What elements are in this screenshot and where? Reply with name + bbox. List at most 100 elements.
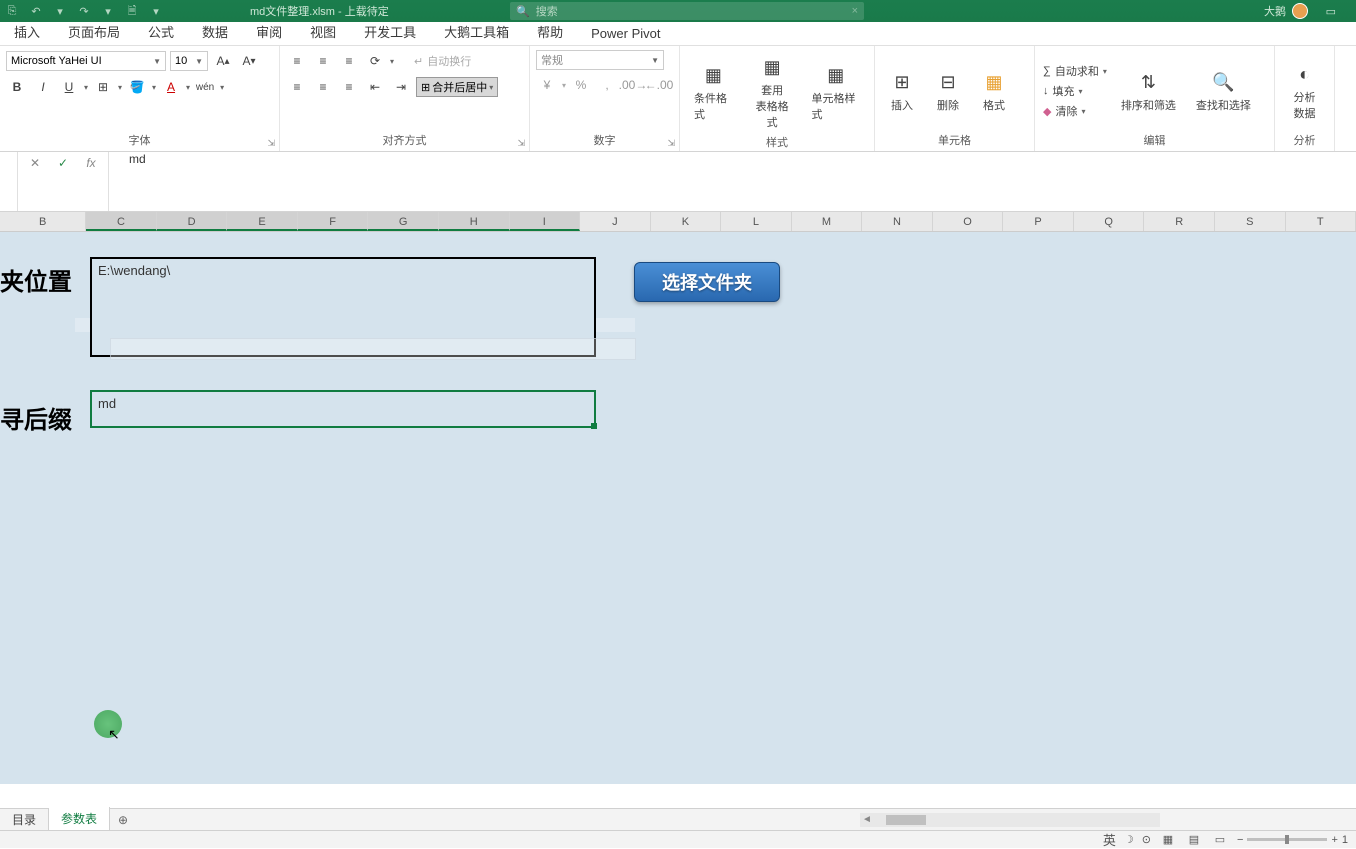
page-break-view-icon[interactable]: ▭ [1211,833,1229,846]
fill-button[interactable]: ↓ 填充 ▾ [1041,82,1109,100]
avatar[interactable] [1292,3,1308,19]
tab-data[interactable]: 数据 [188,18,242,45]
bold-button[interactable]: B [6,76,28,98]
suffix-cell-selected[interactable]: md [90,390,596,428]
col-header-l[interactable]: L [721,212,792,231]
chevron-down-icon[interactable]: ▾ [84,83,88,92]
align-left-icon[interactable]: ≡ [286,76,308,98]
tab-view[interactable]: 视图 [296,18,350,45]
increase-decimal-icon[interactable]: .00→ [622,74,644,96]
clear-button[interactable]: ◆ 清除 ▾ [1041,102,1109,120]
align-middle-icon[interactable]: ≡ [312,50,334,72]
merge-center-button[interactable]: ⊞ 合并后居中 ▾ [416,77,498,97]
chevron-down-icon[interactable]: ▾ [562,81,566,90]
col-header-c[interactable]: C [86,212,157,231]
align-top-icon[interactable]: ≡ [286,50,308,72]
table-format-button[interactable]: ▦ 套用 表格格式 [745,50,800,134]
autosum-button[interactable]: ∑ 自动求和 ▾ [1041,62,1109,80]
font-size-combo[interactable]: 10 ▼ [170,51,208,71]
chevron-down-icon[interactable]: ▾ [152,83,156,92]
name-box[interactable] [0,152,18,211]
undo-icon[interactable]: ↶ [28,5,44,18]
conditional-format-button[interactable]: ▦ 条件格式 [686,58,741,126]
page-layout-view-icon[interactable]: ▤ [1185,833,1203,846]
col-header-t[interactable]: T [1286,212,1356,231]
col-header-h[interactable]: H [439,212,510,231]
find-select-button[interactable]: 🔍 查找和选择 [1188,50,1259,132]
ime-indicator[interactable]: 英 [1103,830,1116,849]
border-button[interactable]: ⊞ [92,76,114,98]
tab-review[interactable]: 审阅 [242,18,296,45]
ribbon-display-icon[interactable]: ▭ [1326,5,1336,18]
format-cells-button[interactable]: ▦ 格式 [973,65,1015,117]
col-header-j[interactable]: J [580,212,651,231]
search-box[interactable]: 🔍 搜索 × [510,2,864,20]
sort-filter-button[interactable]: ⇅ 排序和筛选 [1113,50,1184,132]
number-format-combo[interactable]: 常规 ▼ [536,50,664,70]
font-name-combo[interactable]: Microsoft YaHei UI ▼ [6,51,166,71]
dialog-launcher-icon[interactable]: ⇲ [517,138,525,149]
add-sheet-button[interactable]: ⊕ [110,813,136,827]
wrap-text-button[interactable]: ↵ 自动换行 [412,52,473,70]
normal-view-icon[interactable]: ▦ [1159,833,1177,846]
cell-styles-button[interactable]: ▦ 单元格样式 [804,58,868,126]
user-area[interactable]: 大鹅 [1264,3,1308,19]
col-header-d[interactable]: D [157,212,228,231]
comma-icon[interactable]: , [596,74,618,96]
chevron-down-icon[interactable]: ▾ [118,83,122,92]
formula-input[interactable]: md [109,152,146,211]
undo-dropdown-icon[interactable]: ▾ [52,5,68,18]
delete-cells-button[interactable]: ⊟ 删除 [927,65,969,117]
currency-icon[interactable]: ¥ [536,74,558,96]
chevron-down-icon[interactable]: ▾ [390,57,394,66]
italic-button[interactable]: I [32,76,54,98]
insert-cells-button[interactable]: ⊞ 插入 [881,65,923,117]
underline-button[interactable]: U [58,76,80,98]
align-right-icon[interactable]: ≡ [338,76,360,98]
chevron-down-icon[interactable]: ▾ [186,83,190,92]
tab-insert[interactable]: 插入 [0,18,54,45]
autosave-icon[interactable]: ⎘ [4,5,20,18]
zoom-slider-thumb[interactable] [1285,835,1289,844]
zoom-percent[interactable]: 1 [1342,834,1348,846]
tab-toolbox[interactable]: 大鹅工具箱 [430,18,523,45]
fill-color-button[interactable]: 🪣 [126,76,148,98]
dialog-launcher-icon[interactable]: ⇲ [267,138,275,149]
accessibility-icon[interactable]: ⊙ [1142,833,1151,846]
dialog-launcher-icon[interactable]: ⇲ [667,138,675,149]
tab-power-pivot[interactable]: Power Pivot [577,22,674,45]
ime-mode-icon[interactable]: ☽ [1124,833,1134,846]
col-header-s[interactable]: S [1215,212,1286,231]
zoom-out-button[interactable]: − [1237,834,1243,846]
col-header-g[interactable]: G [368,212,439,231]
enter-formula-icon[interactable]: ✓ [54,156,72,170]
col-header-q[interactable]: Q [1074,212,1145,231]
chevron-down-icon[interactable]: ▾ [220,83,224,92]
increase-font-icon[interactable]: A▴ [212,50,234,72]
decrease-font-icon[interactable]: A▾ [238,50,260,72]
zoom-slider[interactable] [1247,838,1327,841]
scroll-left-icon[interactable]: ◄ [862,814,872,825]
col-header-k[interactable]: K [651,212,722,231]
horizontal-scrollbar[interactable]: ◄ [860,813,1160,827]
percent-icon[interactable]: % [570,74,592,96]
tab-formulas[interactable]: 公式 [134,18,188,45]
decrease-indent-icon[interactable]: ⇤ [364,76,386,98]
font-color-button[interactable]: A [160,76,182,98]
sheet-tab-directory[interactable]: 目录 [0,808,49,831]
fx-icon[interactable]: fx [82,156,100,170]
col-header-n[interactable]: N [862,212,933,231]
orientation-icon[interactable]: ⟳ [364,50,386,72]
decrease-decimal-icon[interactable]: ←.00 [648,74,670,96]
col-header-i[interactable]: I [510,212,581,231]
col-header-r[interactable]: R [1144,212,1215,231]
select-folder-button[interactable]: 选择文件夹 [634,262,780,302]
increase-indent-icon[interactable]: ⇥ [390,76,412,98]
redo-dropdown-icon[interactable]: ▾ [100,5,116,18]
align-bottom-icon[interactable]: ≡ [338,50,360,72]
sheet-tab-params[interactable]: 参数表 [49,807,110,832]
tab-help[interactable]: 帮助 [523,18,577,45]
zoom-in-button[interactable]: + [1331,834,1337,846]
col-header-e[interactable]: E [227,212,298,231]
col-header-p[interactable]: P [1003,212,1074,231]
